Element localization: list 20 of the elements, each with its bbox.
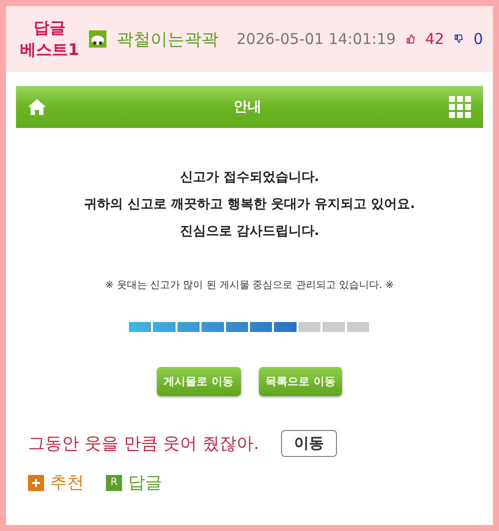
navigate-button[interactable]: 게시물로 이동 xyxy=(156,367,240,396)
dislike-count: 0 xyxy=(473,30,483,48)
reply-link[interactable]: 답글 xyxy=(128,471,162,494)
message-text: 진심으로 감사드립니다. xyxy=(180,223,320,240)
navigate-button[interactable]: 목록으로 이동 xyxy=(258,367,342,396)
plus-icon[interactable] xyxy=(28,474,44,490)
message-text: 신고가 접수되었습니다. xyxy=(180,169,320,186)
note-text: ※ 웃대는 신고가 많이 된 게시물 중심으로 관리되고 있습니다. ※ xyxy=(104,279,395,292)
move-button[interactable]: 이동 xyxy=(281,430,338,457)
author-name[interactable]: 곽철이는곽곽 xyxy=(116,28,219,50)
post-date: 2026-05-01 14:01:19 xyxy=(236,30,396,48)
reply-icon[interactable]: R xyxy=(106,474,122,490)
like-count: 42 xyxy=(425,30,444,48)
best-reply-label: 답글 베스트1 xyxy=(20,17,80,61)
comment-text: 그동안 웃을 만큼 웃어 줬잖아. xyxy=(28,433,260,455)
message-text: 귀하의 신고로 깨끗하고 행복한 웃대가 유지되고 있어요. xyxy=(84,196,416,213)
dialog-title: 안내 xyxy=(234,98,262,116)
home-icon[interactable] xyxy=(28,99,46,115)
recommend-link[interactable]: 추천 xyxy=(50,471,84,494)
grid-menu-icon[interactable] xyxy=(449,96,471,118)
